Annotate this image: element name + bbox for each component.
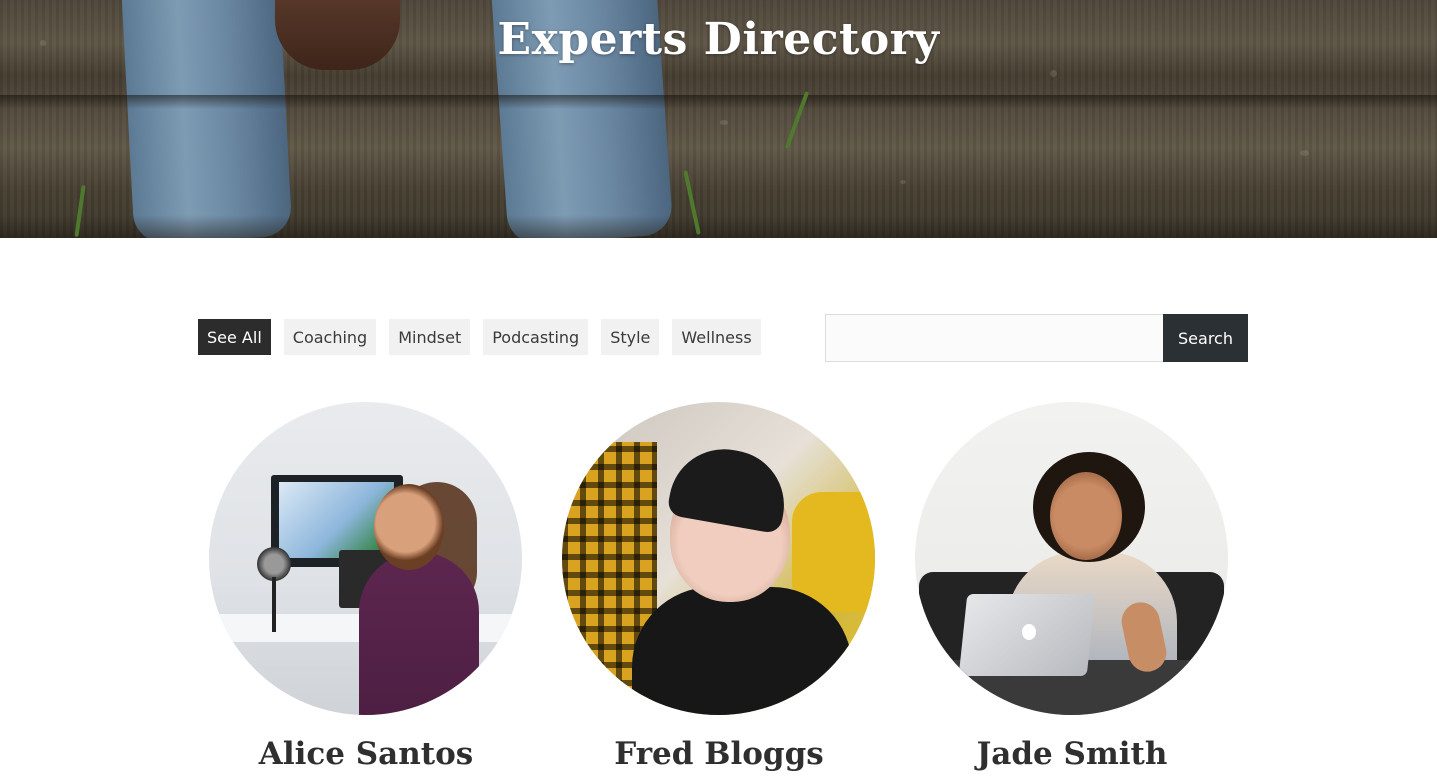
expert-name[interactable]: Fred Bloggs [562,736,876,772]
filter-coaching[interactable]: Coaching [283,319,377,355]
expert-photo[interactable] [562,402,875,715]
hero-image-ground [0,215,1437,238]
expert-photo[interactable] [209,402,522,715]
expert-name[interactable]: Jade Smith [915,736,1229,772]
expert-card[interactable]: Fred Bloggs [562,402,876,772]
photo-mic-stand [272,577,276,632]
apple-logo-icon [1022,624,1036,640]
expert-name[interactable]: Alice Santos [209,736,523,772]
filter-see-all[interactable]: See All [198,319,271,355]
category-filters: See All Coaching Mindset Podcasting Styl… [198,319,761,355]
photo-person [359,552,479,715]
expert-card[interactable]: Alice Santos [209,402,523,772]
search-form: Search [825,314,1248,362]
photo-face [1050,472,1122,560]
expert-photo[interactable] [915,402,1228,715]
hero-image-texture [1050,70,1057,77]
hero-image-texture [900,180,906,184]
hero-image-texture [720,120,728,125]
expert-card[interactable]: Jade Smith [915,402,1229,772]
photo-microphone [257,547,291,581]
page-title: Experts Directory [497,14,940,65]
filter-wellness[interactable]: Wellness [672,319,761,355]
filter-podcasting[interactable]: Podcasting [483,319,589,355]
photo-face [374,484,444,570]
filter-style[interactable]: Style [601,319,660,355]
search-input[interactable] [825,314,1163,362]
search-button[interactable]: Search [1163,314,1248,362]
hero-image-ledge [0,95,1437,109]
hero-banner: Experts Directory [0,0,1437,238]
filter-mindset[interactable]: Mindset [389,319,471,355]
photo-person [632,587,852,715]
hero-image-texture [1300,150,1309,156]
